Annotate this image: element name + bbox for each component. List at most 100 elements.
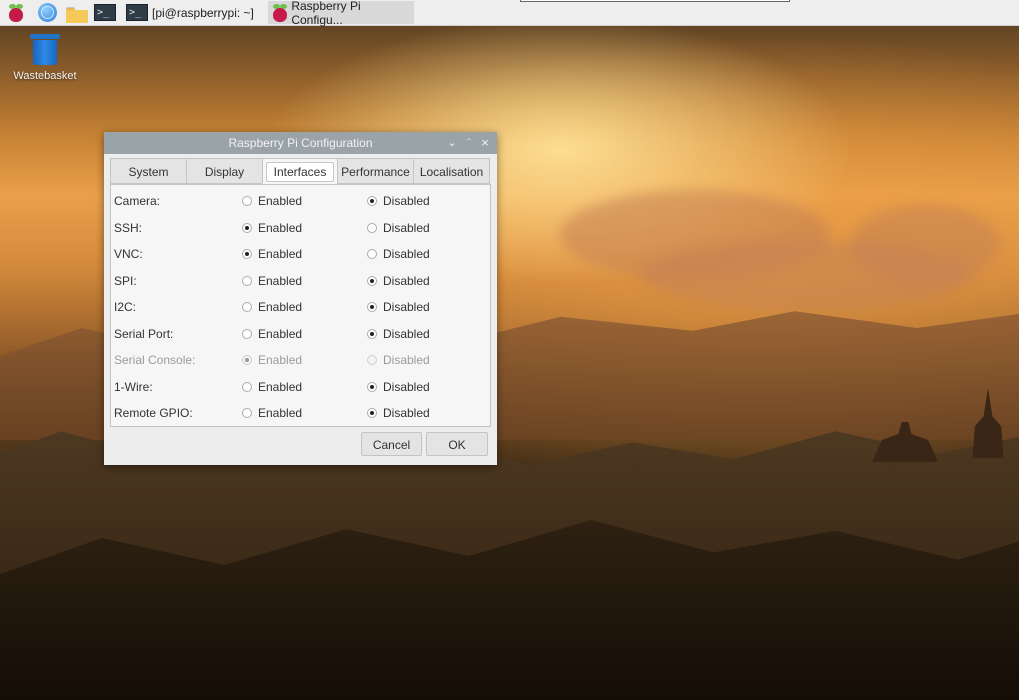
trash-icon (30, 34, 60, 66)
enabled-radio[interactable]: Enabled (242, 406, 302, 420)
enabled-radio[interactable]: Enabled (242, 327, 302, 341)
enabled-radio[interactable]: Enabled (242, 300, 302, 314)
radio-label: Disabled (383, 300, 430, 314)
interface-row: 1-Wire: Enabled Disabled (111, 374, 490, 400)
terminal-icon[interactable]: >_ (94, 2, 116, 23)
disabled-radio[interactable]: Disabled (367, 406, 430, 420)
radio-label: Disabled (383, 220, 430, 235)
radio-label: Disabled (383, 273, 430, 288)
disabled-radio[interactable]: Disabled (367, 247, 430, 261)
interface-label: 1-Wire: (114, 379, 153, 394)
interface-row: VNC: Enabled Disabled (111, 241, 490, 267)
disabled-radio[interactable]: Disabled (367, 300, 430, 314)
radio-label: Enabled (258, 353, 303, 367)
terminal-icon: >_ (126, 4, 148, 21)
taskbar-item-config[interactable]: Raspberry Pi Configu... (268, 0, 414, 27)
maximize-icon[interactable]: ⌃ (461, 132, 477, 154)
radio-label: Enabled (258, 379, 303, 394)
dialog-title: Raspberry Pi Configuration (228, 136, 373, 150)
ok-button[interactable]: OK (426, 432, 488, 456)
interface-label: VNC: (114, 247, 143, 261)
radio-label: Enabled (258, 406, 303, 420)
radio-label: Enabled (258, 247, 303, 261)
tab-interfaces[interactable]: Interfaces (262, 158, 338, 184)
taskbar-field[interactable] (520, 0, 790, 2)
enabled-radio[interactable]: Enabled (242, 194, 302, 208)
radio-dot (242, 249, 252, 259)
enabled-radio[interactable]: Enabled (242, 247, 302, 261)
enabled-radio[interactable]: Enabled (242, 274, 302, 288)
radio-label: Disabled (383, 194, 430, 208)
radio-dot (367, 196, 377, 206)
folder-icon[interactable] (66, 4, 88, 25)
interface-label: I2C: (114, 300, 137, 314)
radio-dot (367, 355, 377, 365)
radio-dot (242, 381, 252, 392)
tab-localisation[interactable]: Localisation (413, 158, 490, 184)
radio-dot (367, 328, 377, 339)
tab-bar: System Display Interfaces Performance Lo… (110, 158, 491, 185)
taskbar: >_ >_ [pi@raspberrypi: ~] Raspberry Pi C… (0, 0, 1019, 27)
taskbar-item-terminal[interactable]: >_ [pi@raspberrypi: ~] (122, 1, 264, 24)
minimize-icon[interactable]: ⌄ (444, 132, 460, 154)
radio-dot (367, 222, 377, 233)
radio-label: Disabled (383, 353, 430, 367)
interface-row: Serial Console: Enabled Disabled (111, 347, 490, 373)
interface-row: Camera: Enabled Disabled (111, 188, 490, 214)
interface-label: SSH: (114, 220, 143, 235)
radio-dot (242, 196, 252, 206)
enabled-radio: Enabled (242, 353, 302, 367)
radio-dot (367, 408, 377, 418)
disabled-radio[interactable]: Disabled (367, 194, 430, 208)
enabled-radio[interactable]: Enabled (242, 221, 302, 235)
tab-display[interactable]: Display (186, 158, 263, 184)
radio-label: Disabled (383, 326, 430, 341)
tab-system[interactable]: System (110, 158, 187, 184)
disabled-radio[interactable]: Disabled (367, 221, 430, 235)
globe-icon[interactable] (38, 2, 57, 23)
interface-label: Serial Port: (114, 326, 174, 341)
radio-dot (242, 328, 252, 339)
interface-row: Serial Port: Enabled Disabled (111, 321, 490, 347)
disabled-radio: Disabled (367, 353, 430, 367)
interface-label: Camera: (114, 194, 161, 208)
interface-label: Serial Console: (114, 353, 196, 367)
desktop-icon-wastebasket[interactable]: Wastebasket (10, 34, 80, 82)
radio-dot (242, 302, 252, 312)
disabled-radio[interactable]: Disabled (367, 380, 430, 394)
taskbar-item-label: [pi@raspberrypi: ~] (152, 5, 254, 20)
radio-label: Enabled (258, 326, 303, 341)
interface-row: SSH: Enabled Disabled (111, 215, 490, 241)
radio-label: Enabled (258, 273, 303, 288)
config-dialog: Raspberry Pi Configuration ⌄ ⌃ × System … (104, 132, 497, 465)
radio-label: Enabled (258, 300, 303, 314)
radio-dot (367, 302, 377, 312)
radio-dot (242, 355, 252, 365)
taskbar-item-label: Raspberry Pi Configu... (291, 0, 361, 27)
dialog-titlebar[interactable]: Raspberry Pi Configuration ⌄ ⌃ × (104, 132, 497, 154)
radio-label: Disabled (383, 406, 430, 420)
radio-label: Disabled (383, 379, 430, 394)
interface-row: SPI: Enabled Disabled (111, 268, 490, 294)
radio-dot (367, 249, 377, 259)
radio-dot (242, 275, 252, 286)
enabled-radio[interactable]: Enabled (242, 380, 302, 394)
close-icon[interactable]: × (477, 132, 493, 154)
cancel-button[interactable]: Cancel (361, 432, 422, 456)
interface-label: SPI: (114, 273, 137, 288)
radio-dot (367, 381, 377, 392)
disabled-radio[interactable]: Disabled (367, 327, 430, 341)
radio-dot (242, 222, 252, 233)
interfaces-panel: Camera: Enabled Disabled SSH: Enabled Disable… (110, 184, 491, 427)
radio-label: Disabled (383, 247, 430, 261)
disabled-radio[interactable]: Disabled (367, 274, 430, 288)
raspberry-pi-icon (272, 3, 287, 22)
radio-label: Enabled (258, 220, 303, 235)
raspberry-pi-icon[interactable] (8, 2, 24, 23)
radio-dot (367, 275, 377, 286)
interface-row: I2C: Enabled Disabled (111, 294, 490, 320)
radio-label: Enabled (258, 194, 303, 208)
cloud (640, 240, 970, 310)
tab-performance[interactable]: Performance (337, 158, 414, 184)
radio-dot (242, 408, 252, 418)
